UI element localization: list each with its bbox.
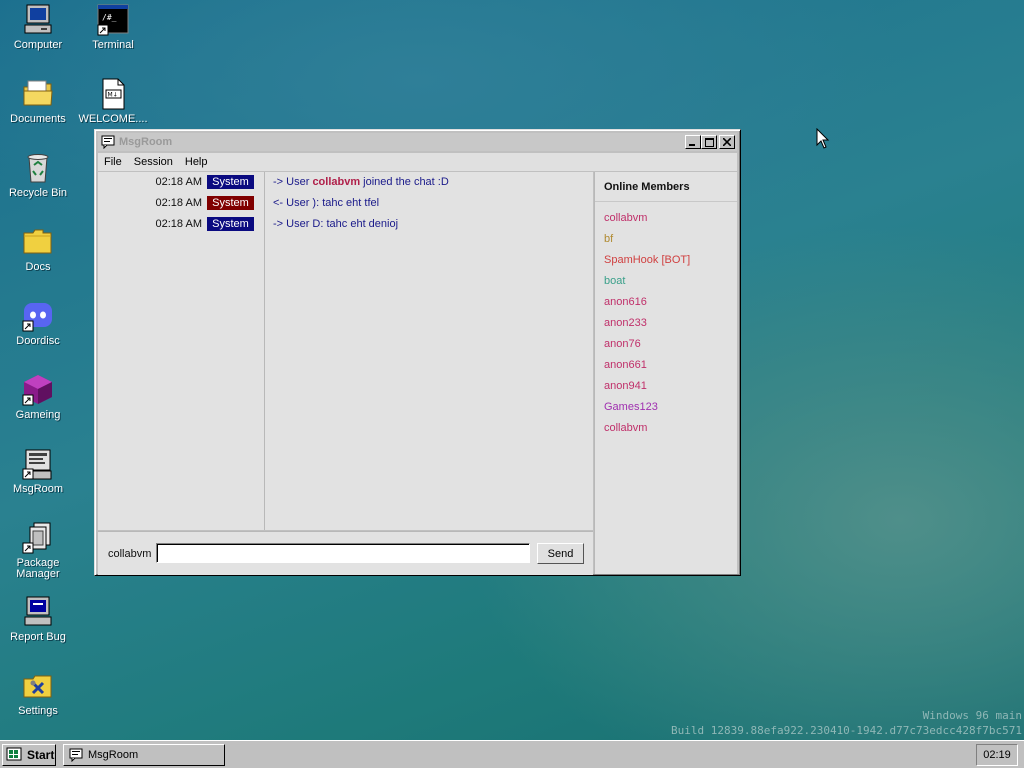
desktop-icon-msgroom[interactable]: MsgRoom (0, 447, 76, 495)
member-item[interactable]: bf (595, 229, 737, 250)
message-username[interactable]: collabvm (312, 176, 360, 188)
terminal-icon: /#_ (97, 4, 129, 36)
member-item[interactable]: SpamHook [BOT] (595, 250, 737, 271)
message-badge: System (207, 196, 254, 210)
desktop-icon-recycle-bin[interactable]: Recycle Bin (0, 151, 76, 199)
start-button[interactable]: Start (2, 744, 56, 766)
desktop-icon-label: WELCOME.... (78, 113, 148, 125)
menu-session[interactable]: Session (128, 156, 179, 168)
mouse-cursor-icon (816, 128, 830, 149)
send-button[interactable]: Send (537, 543, 584, 564)
system-tray-clock[interactable]: 02:19 (976, 744, 1018, 766)
msgroom-task-icon (69, 748, 83, 762)
desktop-icon-docs[interactable]: Docs (0, 225, 76, 273)
build-watermark-line1: Windows 96 main (922, 709, 1022, 722)
desktop-icon-doordisc[interactable]: Doordisc (0, 299, 76, 347)
msgroom-title-icon (101, 135, 115, 149)
maximize-icon (704, 137, 714, 147)
window-title: MsgRoom (119, 136, 173, 148)
computer-icon (24, 4, 52, 34)
desktop-icon-gameing[interactable]: Gameing (0, 373, 76, 421)
maximize-button[interactable] (701, 135, 717, 149)
package-manager-icon (22, 522, 51, 554)
menu-bar: File Session Help (98, 153, 737, 171)
desktop-icon-report-bug[interactable]: Report Bug (0, 595, 76, 643)
desktop-icon-terminal[interactable]: /#_ Terminal (75, 3, 151, 51)
chat-messages[interactable]: -> User collabvm joined the chat :D <- U… (265, 172, 593, 530)
member-item[interactable]: anon616 (595, 292, 737, 313)
desktop-icon-settings[interactable]: Settings (0, 669, 76, 717)
minimize-button[interactable] (685, 135, 701, 149)
svg-text:M↓: M↓ (108, 92, 118, 99)
cube-icon (22, 375, 52, 406)
member-item[interactable]: boat (595, 271, 737, 292)
desktop-icon-label: Report Bug (10, 631, 66, 643)
taskbar: Start MsgRoom 02:19 (0, 740, 1024, 768)
start-logo-icon (6, 747, 22, 761)
discord-icon (22, 303, 52, 332)
member-item[interactable]: collabvm (595, 208, 737, 229)
folder-documents-icon (23, 80, 53, 106)
recycle-bin-icon (27, 154, 49, 183)
menu-help[interactable]: Help (179, 156, 214, 168)
taskbar-item-msgroom[interactable]: MsgRoom (63, 744, 225, 766)
markdown-file-icon: M↓ (102, 78, 125, 110)
member-item[interactable]: anon941 (595, 376, 737, 397)
message-time: 02:18 AM (155, 176, 202, 188)
desktop-icon-label: MsgRoom (12, 483, 64, 495)
message-text: -> User D: tahc eht denioj (265, 214, 593, 235)
start-label: Start (27, 748, 55, 762)
message-suffix: joined the chat :D (360, 176, 449, 188)
message-time: 02:18 AM (155, 197, 202, 209)
member-item[interactable]: Games123 (595, 397, 737, 418)
desktop-icon-documents[interactable]: Documents (0, 77, 76, 125)
message-meta-row: 02:18 AM System (98, 214, 264, 235)
online-members-title: Online Members (595, 172, 737, 202)
desktop-icon-label: Settings (18, 705, 58, 717)
window-titlebar[interactable]: MsgRoom (98, 133, 737, 151)
nickname-label[interactable]: collabvm (108, 548, 151, 560)
message-input-area: collabvm Send (98, 531, 593, 575)
close-icon (723, 138, 731, 146)
report-bug-icon (24, 596, 52, 626)
member-item[interactable]: anon233 (595, 313, 737, 334)
svg-text:/#_: /#_ (102, 13, 117, 22)
message-meta-column: 02:18 AM System 02:18 AM System 02:18 AM… (98, 172, 265, 530)
desktop-icon-label: Recycle Bin (8, 187, 68, 199)
folder-icon (23, 229, 52, 254)
desktop-icon-welcome[interactable]: M↓ WELCOME.... (75, 77, 151, 125)
message-time: 02:18 AM (155, 218, 202, 230)
desktop-icon-computer[interactable]: Computer (0, 3, 76, 51)
close-button[interactable] (719, 135, 735, 149)
message-prefix: -> User D: tahc eht denioj (273, 218, 399, 230)
desktop-icon-label: Doordisc (16, 335, 60, 347)
taskbar-item-label: MsgRoom (88, 749, 139, 761)
settings-icon (23, 675, 52, 698)
message-prefix: <- User ): tahc eht tfel (273, 197, 380, 209)
message-meta-row: 02:18 AM System (98, 193, 264, 214)
minimize-icon (689, 144, 695, 146)
online-members-panel: Online Members collabvm bf SpamHook [BOT… (594, 172, 737, 574)
message-prefix: -> User (273, 176, 313, 188)
desktop-icon-label: Terminal (92, 39, 134, 51)
build-watermark-line2: Build 12839.88efa922.230410-1942.d77c73e… (671, 724, 1022, 737)
message-badge: System (207, 175, 254, 189)
desktop-icon-label: Docs (25, 261, 51, 273)
menu-file[interactable]: File (98, 156, 128, 168)
desktop-icon-label: Package Manager (16, 557, 60, 580)
desktop-icon-label: Documents (10, 113, 66, 125)
message-text: <- User ): tahc eht tfel (265, 193, 593, 214)
desktop-icon-package-manager[interactable]: Package Manager (0, 521, 76, 580)
desktop-icon-label: Computer (13, 39, 63, 51)
message-text: -> User collabvm joined the chat :D (265, 172, 593, 193)
msgroom-window: MsgRoom File Session Help 02:18 AM Syste… (94, 129, 741, 576)
msgroom-icon (22, 449, 52, 480)
member-item[interactable]: anon661 (595, 355, 737, 376)
message-badge: System (207, 217, 254, 231)
message-input[interactable] (156, 543, 530, 563)
message-meta-row: 02:18 AM System (98, 172, 264, 193)
member-item[interactable]: anon76 (595, 334, 737, 355)
desktop-icon-label: Gameing (15, 409, 61, 421)
member-item[interactable]: collabvm (595, 418, 737, 439)
